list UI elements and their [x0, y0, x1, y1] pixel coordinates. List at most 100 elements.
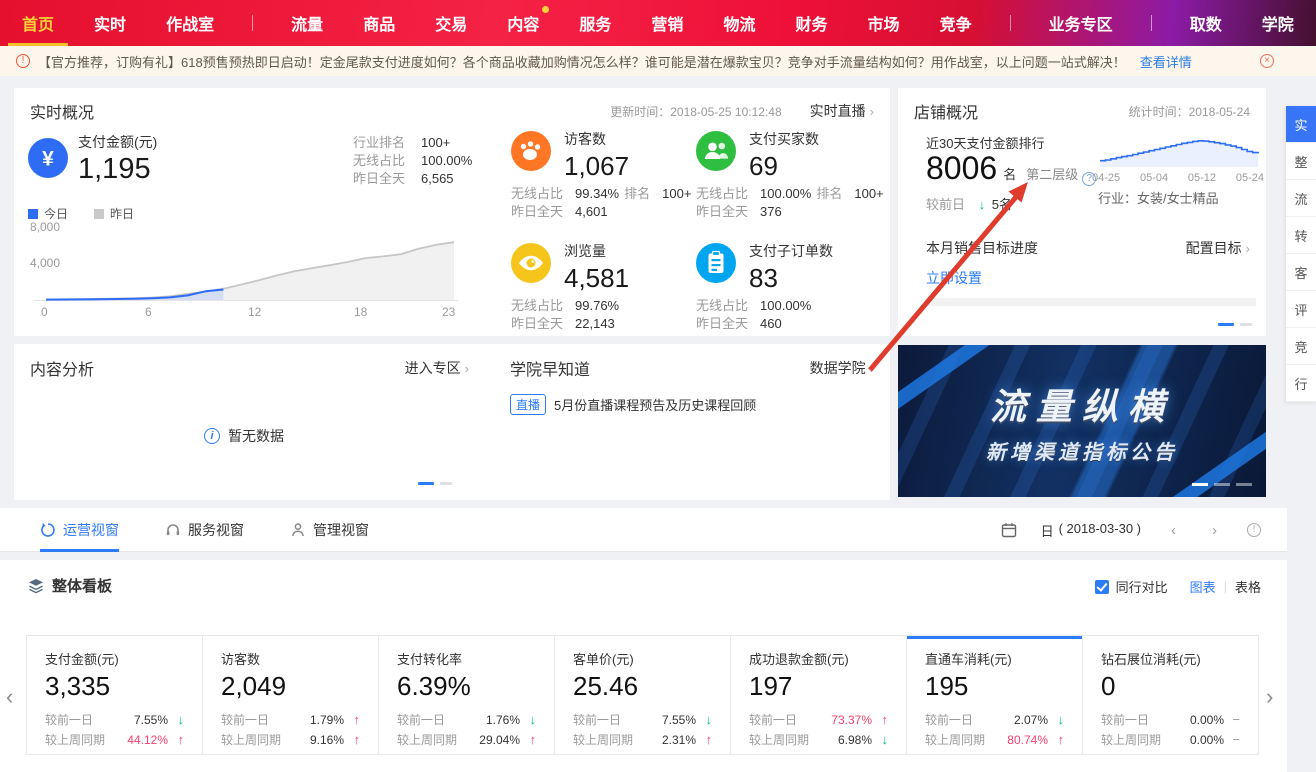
pager-dash[interactable] [1214, 483, 1230, 486]
legend-label: 今日 [44, 207, 68, 221]
pager-dash[interactable] [1236, 483, 1252, 486]
compare-pct: 80.74% [1007, 730, 1048, 750]
pager-dash-active[interactable] [1192, 483, 1208, 486]
arrow-down-icon: ↓ [872, 730, 888, 750]
chart-view-toggle[interactable]: 图表 [1190, 577, 1216, 596]
prev-date-button[interactable]: ‹ [1165, 522, 1182, 539]
card-value: 3,335 [45, 671, 184, 702]
side-tab-实[interactable]: 实 [1286, 106, 1316, 143]
compare-label: 较前一日 [397, 710, 445, 730]
metric-card[interactable]: 成功退款金额(元)197较前一日73.37%↑较上周同期6.98%↓ [731, 636, 907, 754]
realtime-live-label: 实时直播 [810, 103, 866, 119]
side-tab-整[interactable]: 整 [1286, 143, 1316, 180]
nav-item-流量[interactable]: 流量 [289, 0, 325, 47]
nav-item-作战室[interactable]: 作战室 [164, 0, 216, 47]
set-now-link[interactable]: 立即设置 [926, 268, 982, 288]
layers-icon [28, 578, 44, 594]
metric-card[interactable]: 直通车消耗(元)195较前一日2.07%↓较上周同期80.74%↑ [907, 636, 1083, 754]
nav-divider [252, 15, 253, 31]
configure-goal-link[interactable]: 配置目标› [1186, 238, 1250, 258]
metric-stats-line1: 无线占比100.00%排名100+ [696, 183, 889, 202]
calendar-icon[interactable] [1001, 522, 1017, 538]
data-academy-link[interactable]: 数据学院› [810, 358, 874, 378]
side-tab-转[interactable]: 转 [1286, 217, 1316, 254]
next-date-button[interactable]: › [1206, 522, 1223, 539]
metric-card[interactable]: 支付金额(元)3,335较前一日7.55%↓较上周同期44.12%↑ [27, 636, 203, 754]
sycm-dashboard-page: 首页实时作战室流量商品交易内容服务营销物流财务市场竞争业务专区取数学院 ! 【官… [0, 0, 1316, 772]
nav-item-物流[interactable]: 物流 [721, 0, 757, 47]
nav-item-首页[interactable]: 首页 [20, 0, 56, 47]
spark-x-label: 05-24 [1236, 172, 1264, 184]
date-selector[interactable]: 日 ( 2018-03-30 ) [1041, 521, 1141, 540]
compare-checkbox[interactable] [1095, 580, 1109, 594]
nav-item-市场[interactable]: 市场 [866, 0, 902, 47]
x-tick: 18 [354, 305, 367, 319]
right-anchor-strip: 实整流转客评竞行 [1285, 106, 1316, 402]
arrow-up-icon: ↑ [1048, 730, 1064, 750]
card-compare-row: 较上周同期9.16%↑ [221, 730, 360, 750]
tab-服务视窗[interactable]: 服务视窗 [165, 508, 244, 552]
scroll-left-button[interactable]: ‹ [6, 684, 13, 710]
side-tab-竞[interactable]: 竞 [1286, 328, 1316, 365]
nav-item-实时[interactable]: 实时 [92, 0, 128, 47]
stat-label: 昨日全天 [696, 316, 748, 331]
x-tick: 12 [248, 305, 261, 319]
configure-goal-label: 配置目标 [1186, 240, 1242, 256]
nav-item-服务[interactable]: 服务 [577, 0, 613, 47]
side-tab-行[interactable]: 行 [1286, 365, 1316, 402]
metric-card[interactable]: 客单价(元)25.46较前一日7.55%↓较上周同期2.31%↑ [555, 636, 731, 754]
compare-pct: 0.00% [1190, 710, 1224, 730]
nav-item-内容[interactable]: 内容 [505, 0, 541, 47]
notice-detail-link[interactable]: 查看详情 [1140, 52, 1192, 71]
promo-banner[interactable]: 流量纵横 新增渠道指标公告 [898, 345, 1266, 497]
card-label: 直通车消耗(元) [925, 649, 1064, 668]
nav-item-商品[interactable]: 商品 [361, 0, 397, 47]
nav-item-学院[interactable]: 学院 [1260, 0, 1296, 47]
academy-list-item[interactable]: 直播 5月份直播课程预告及历史课程回顾 [510, 394, 756, 415]
payment-value: 1,195 [78, 153, 157, 186]
arrow-up-icon: ↑ [696, 730, 712, 750]
side-tab-评[interactable]: 评 [1286, 291, 1316, 328]
shop-header: 店铺概况 统计时间：2018-05-24 [898, 88, 1266, 123]
tab-管理视窗[interactable]: 管理视窗 [290, 508, 369, 552]
stat-label: 排名 [816, 186, 842, 201]
warning-icon: ! [16, 54, 30, 68]
info-icon[interactable]: ! [1247, 523, 1261, 537]
rank-change-value: 5名 [992, 197, 1012, 212]
card-label: 支付金额(元) [45, 649, 184, 668]
payment-label: 支付金额(元) [78, 132, 157, 152]
nav-item-竞争[interactable]: 竞争 [938, 0, 974, 47]
card-compare-row: 较上周同期29.04%↑ [397, 730, 536, 750]
side-tab-流[interactable]: 流 [1286, 180, 1316, 217]
scroll-right-button[interactable]: › [1266, 684, 1273, 710]
metric-card[interactable]: 访客数2,049较前一日1.79%↑较上周同期9.16%↑ [203, 636, 379, 754]
nav-item-取数[interactable]: 取数 [1188, 0, 1224, 47]
realtime-live-link[interactable]: 实时直播› [810, 101, 874, 121]
close-icon[interactable]: × [1260, 54, 1274, 68]
pager-dash[interactable] [440, 482, 452, 485]
metric-card[interactable]: 支付转化率6.39%较前一日1.76%↓较上周同期29.04%↑ [379, 636, 555, 754]
nav-item-财务[interactable]: 财务 [794, 0, 830, 47]
shop-pager-dots [1218, 323, 1252, 326]
headset-icon [165, 522, 181, 538]
shop-title: 店铺概况 [914, 99, 978, 123]
side-tab-客[interactable]: 客 [1286, 254, 1316, 291]
shop-overview-panel: 店铺概况 统计时间：2018-05-24 近30天支付金额排行 8006 名 第… [898, 88, 1266, 336]
stat-value: 22,143 [575, 316, 615, 331]
stat-value: 100.00% [760, 298, 811, 313]
nav-item-业务专区[interactable]: 业务专区 [1047, 0, 1115, 47]
arrow-up-icon: ↑ [168, 730, 184, 750]
nav-item-交易[interactable]: 交易 [433, 0, 469, 47]
sales-goal-label: 本月销售目标进度 [926, 238, 1038, 258]
card-compare-row: 较前一日1.76%↓ [397, 710, 536, 730]
table-view-toggle[interactable]: 表格 [1235, 577, 1261, 596]
enter-zone-link[interactable]: 进入专区› [405, 358, 469, 378]
tab-运营视窗[interactable]: 运营视窗 [40, 508, 119, 552]
paw-icon [511, 131, 551, 171]
nav-item-营销[interactable]: 营销 [649, 0, 685, 47]
metric-card[interactable]: 钻石展位消耗(元)0较前一日0.00%−较上周同期0.00%− [1083, 636, 1258, 754]
pager-dash-active[interactable] [1218, 323, 1234, 326]
pager-dash[interactable] [1240, 323, 1252, 326]
pager-dash-active[interactable] [418, 482, 434, 485]
content-pager-dots [418, 482, 452, 485]
